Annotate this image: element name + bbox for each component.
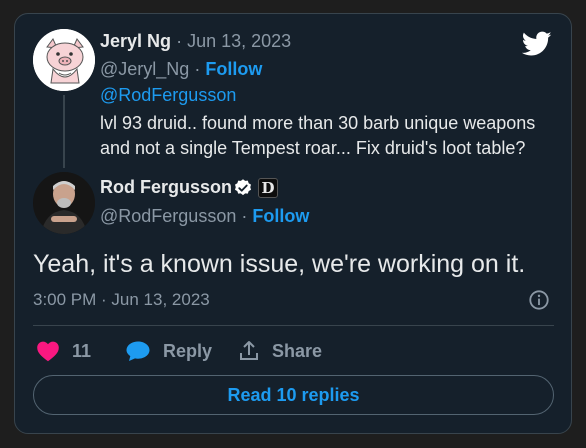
- separator-dot: ·: [241, 206, 248, 226]
- main-handle[interactable]: @RodFergusson: [100, 206, 236, 226]
- reply-author-row: Jeryl Ng · Jun 13, 2023: [100, 31, 291, 52]
- avatar-rod[interactable]: [33, 172, 95, 234]
- separator-dot: ·: [176, 31, 183, 51]
- divider: [33, 325, 554, 326]
- share-icon: [240, 341, 258, 360]
- pig-avatar-image: [33, 29, 95, 91]
- avatar-jeryl[interactable]: [33, 29, 95, 91]
- reply-handle[interactable]: @Jeryl_Ng: [100, 59, 189, 79]
- reply-button[interactable]: Reply: [125, 340, 212, 362]
- rod-avatar-image: [33, 172, 95, 234]
- thread-connector-line: [63, 95, 65, 168]
- verified-badge-icon: [235, 179, 251, 196]
- main-handle-row: @RodFergusson · Follow: [100, 206, 309, 227]
- reply-date[interactable]: Jun 13, 2023: [187, 31, 291, 51]
- share-button[interactable]: Share: [238, 340, 322, 362]
- speech-bubble-icon: [126, 341, 150, 361]
- main-tweet-text: Yeah, it's a known issue, we're working …: [33, 250, 526, 278]
- heart-icon: [37, 341, 59, 362]
- like-count: 11: [72, 340, 92, 361]
- follow-rod-button[interactable]: Follow: [252, 206, 309, 226]
- follow-jeryl-button[interactable]: Follow: [205, 59, 262, 79]
- twitter-bird-icon[interactable]: [522, 31, 552, 57]
- share-label: Share: [272, 340, 323, 361]
- reply-handle-row: @Jeryl_Ng · Follow: [100, 59, 262, 80]
- reply-body-line-1: lvl 93 druid.. found more than 30 barb u…: [100, 113, 536, 133]
- reply-author-name[interactable]: Jeryl Ng: [100, 31, 171, 51]
- reply-body-line-2: and not a single Tempest roar... Fix dru…: [100, 138, 526, 158]
- reply-label: Reply: [163, 340, 213, 361]
- tweet-timestamp[interactable]: 3:00 PM · Jun 13, 2023: [33, 290, 210, 310]
- reply-mention[interactable]: @RodFergusson: [100, 85, 236, 106]
- main-author-name[interactable]: Rod Fergusson: [100, 177, 232, 198]
- read-replies-button[interactable]: Read 10 replies: [33, 375, 554, 415]
- affiliation-badge-icon[interactable]: D: [258, 178, 278, 198]
- like-button[interactable]: 11: [36, 340, 91, 362]
- separator-dot: ·: [194, 59, 201, 79]
- info-icon[interactable]: [528, 289, 550, 311]
- reply-body: lvl 93 druid.. found more than 30 barb u…: [100, 111, 560, 161]
